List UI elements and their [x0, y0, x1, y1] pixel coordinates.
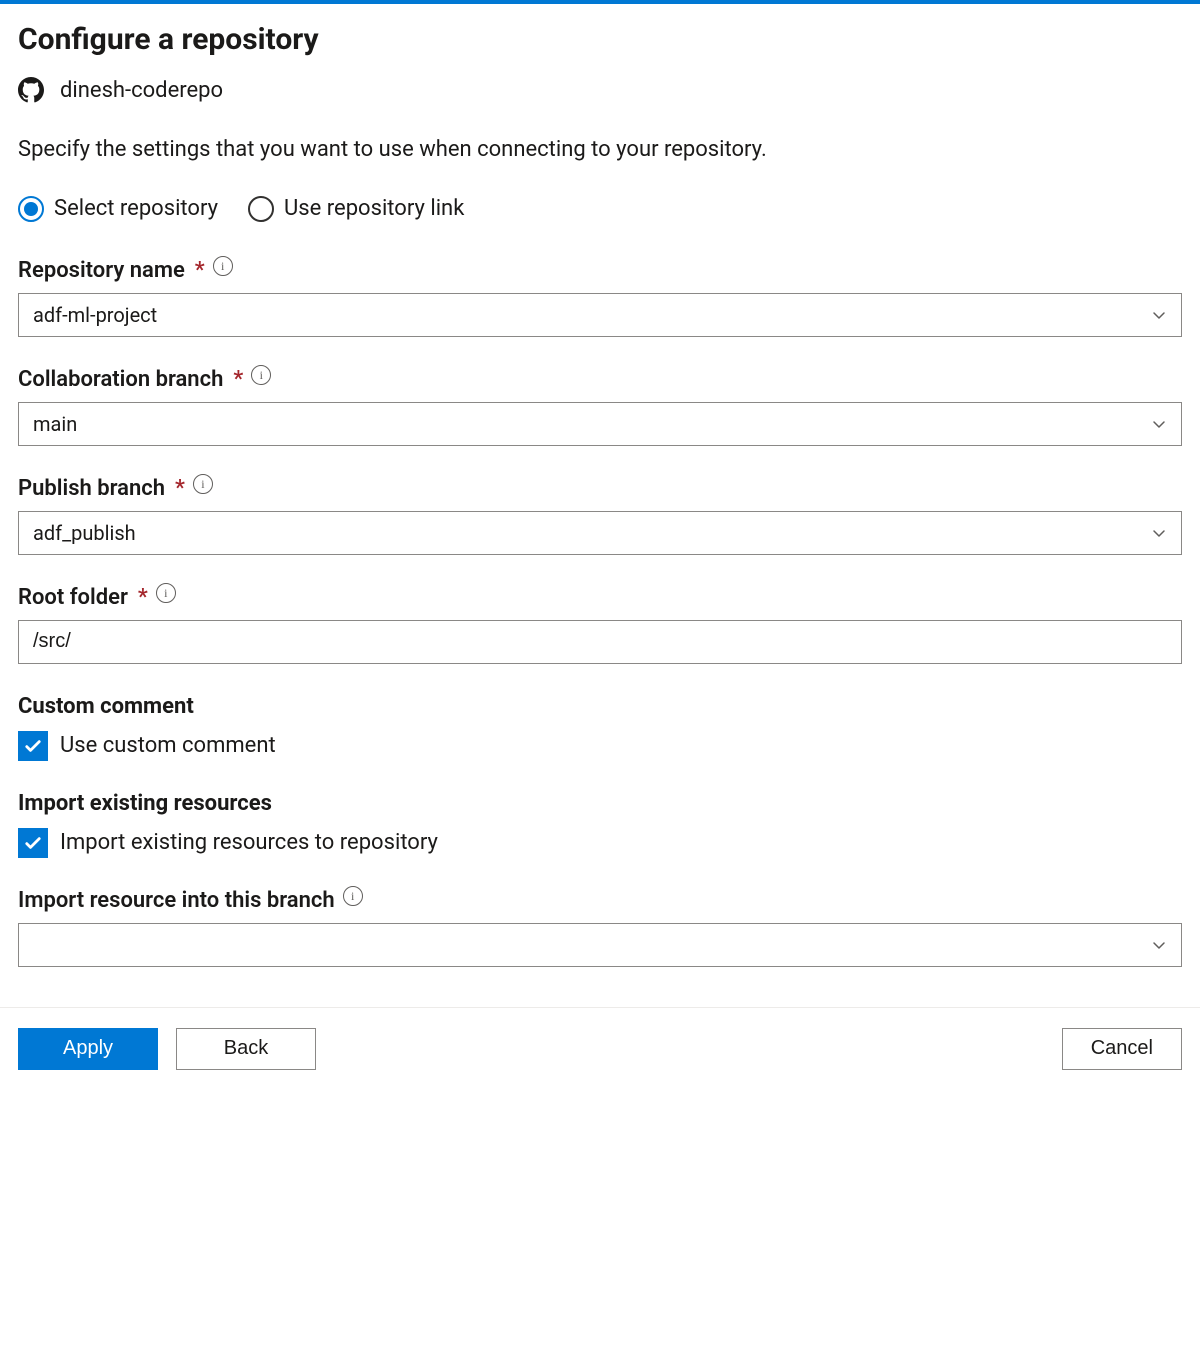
radio-select-repository[interactable]: Select repository — [18, 196, 218, 222]
github-icon — [18, 77, 44, 103]
publish-branch-dropdown[interactable]: adf_publish — [18, 511, 1182, 555]
publish-branch-value: adf_publish — [33, 521, 136, 545]
import-branch-dropdown[interactable] — [18, 923, 1182, 967]
description-text: Specify the settings that you want to us… — [18, 135, 1182, 166]
check-icon — [23, 833, 43, 853]
footer: Apply Back Cancel — [0, 1007, 1200, 1100]
required-asterisk: * — [195, 258, 205, 283]
import-existing-checkbox-label: Import existing resources to repository — [60, 830, 438, 855]
root-folder-input[interactable] — [33, 630, 1167, 653]
collaboration-branch-dropdown[interactable]: main — [18, 402, 1182, 446]
required-asterisk: * — [175, 476, 185, 501]
info-icon[interactable]: i — [193, 474, 213, 494]
radio-label: Select repository — [54, 196, 218, 221]
repository-name-value: adf-ml-project — [33, 303, 157, 327]
info-icon[interactable]: i — [156, 583, 176, 603]
check-icon — [23, 736, 43, 756]
chevron-down-icon — [1151, 937, 1167, 953]
apply-button[interactable]: Apply — [18, 1028, 158, 1070]
required-asterisk: * — [138, 585, 148, 610]
radio-circle-icon — [18, 196, 44, 222]
cancel-button[interactable]: Cancel — [1062, 1028, 1182, 1070]
custom-comment-section-label: Custom comment — [18, 694, 1182, 719]
chevron-down-icon — [1151, 416, 1167, 432]
import-existing-section-label: Import existing resources — [18, 791, 1182, 816]
account-row: dinesh-coderepo — [18, 77, 1182, 103]
info-icon[interactable]: i — [213, 256, 233, 276]
publish-branch-label: Publish branch — [18, 476, 165, 501]
root-folder-label: Root folder — [18, 585, 128, 610]
repository-name-label: Repository name — [18, 258, 185, 283]
radio-circle-icon — [248, 196, 274, 222]
collaboration-branch-value: main — [33, 412, 77, 436]
custom-comment-checkbox[interactable] — [18, 731, 48, 761]
chevron-down-icon — [1151, 525, 1167, 541]
custom-comment-checkbox-label: Use custom comment — [60, 733, 276, 758]
account-name: dinesh-coderepo — [60, 78, 223, 103]
info-icon[interactable]: i — [251, 365, 271, 385]
chevron-down-icon — [1151, 307, 1167, 323]
page-title: Configure a repository — [18, 22, 1182, 57]
import-branch-label: Import resource into this branch — [18, 888, 335, 913]
import-existing-checkbox[interactable] — [18, 828, 48, 858]
repository-name-dropdown[interactable]: adf-ml-project — [18, 293, 1182, 337]
info-icon[interactable]: i — [343, 886, 363, 906]
root-folder-input-wrapper — [18, 620, 1182, 664]
radio-label: Use repository link — [284, 196, 464, 221]
required-asterisk: * — [233, 367, 243, 392]
back-button[interactable]: Back — [176, 1028, 316, 1070]
radio-use-repository-link[interactable]: Use repository link — [248, 196, 464, 222]
repository-mode-radio-group: Select repository Use repository link — [18, 196, 1182, 222]
collaboration-branch-label: Collaboration branch — [18, 367, 223, 392]
